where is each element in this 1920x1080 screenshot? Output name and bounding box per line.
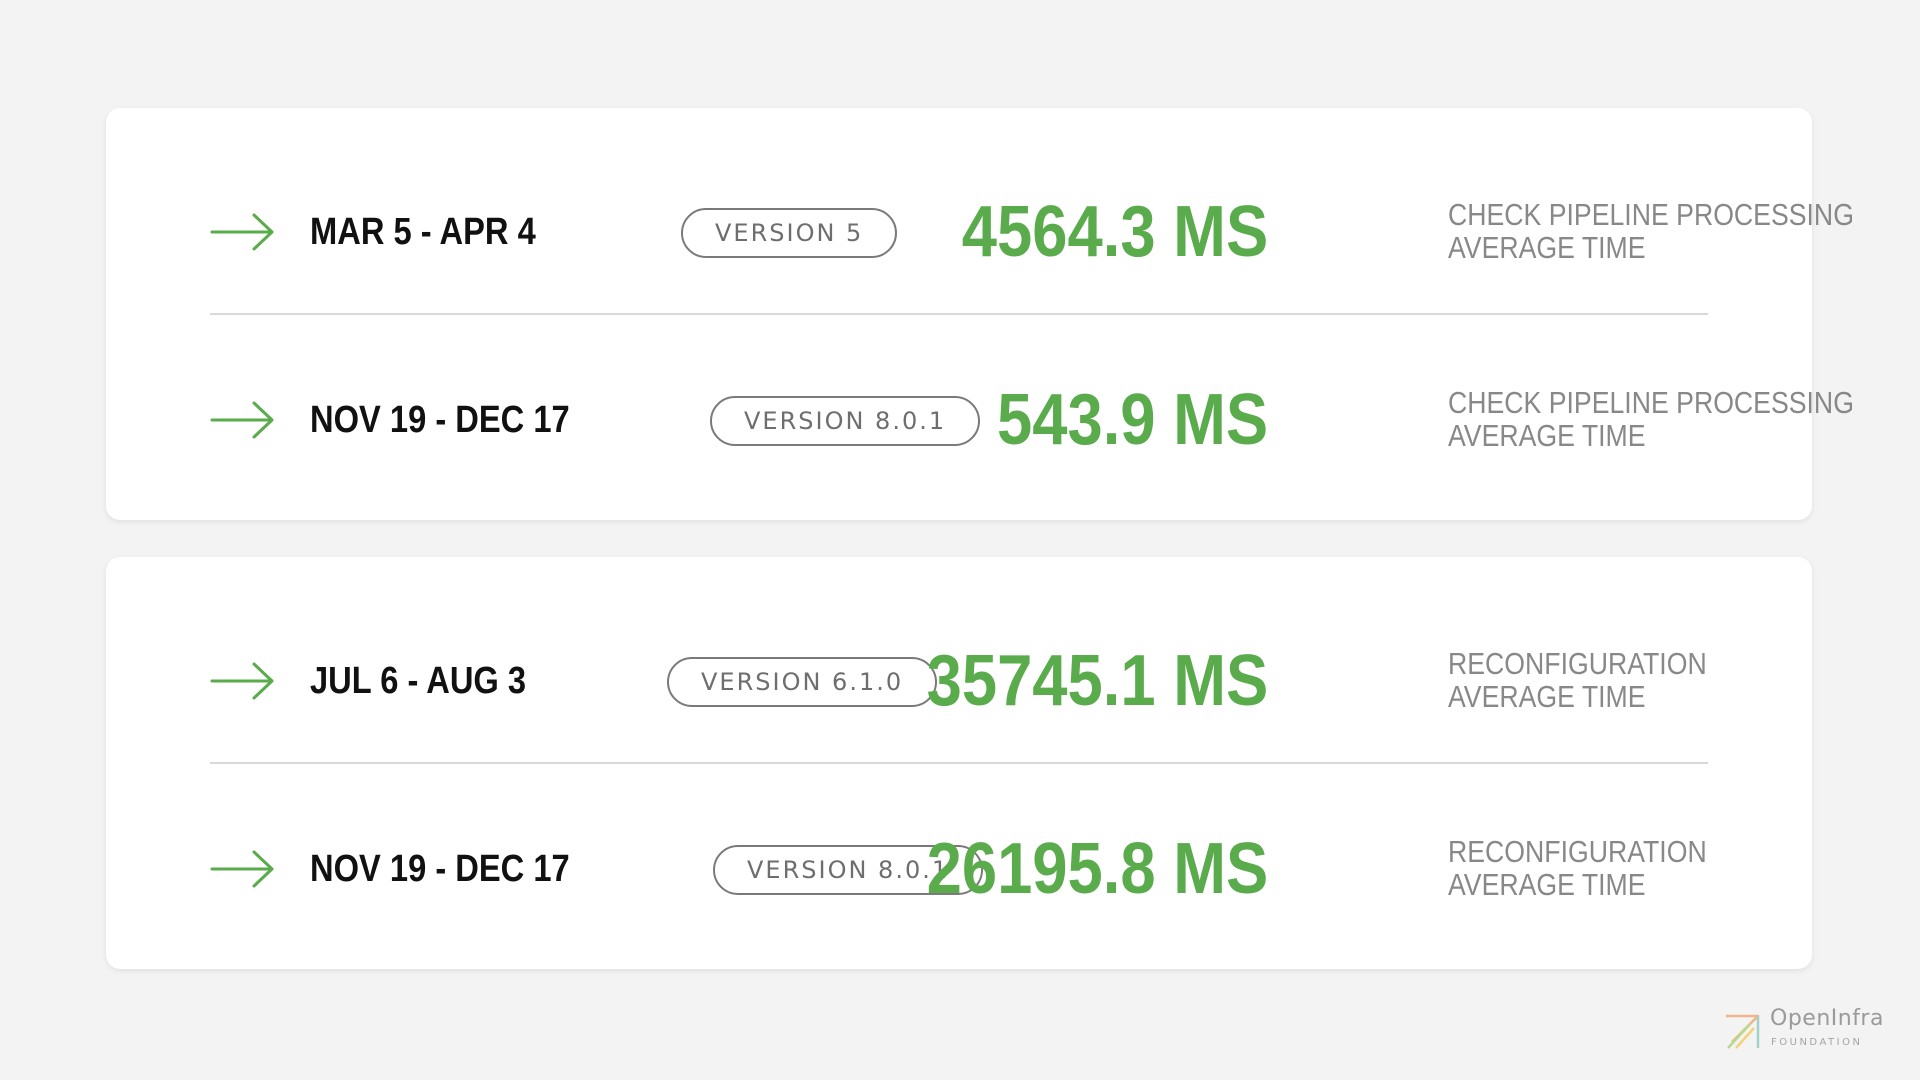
- metric-row: NOV 19 - DEC 17 VERSION 8.0.1 543.9 MS C…: [210, 370, 1854, 470]
- metric-description-line: CHECK PIPELINE PROCESSING: [1448, 385, 1854, 420]
- metric-row: NOV 19 - DEC 17 VERSION 8.0.1 26195.8 MS…: [210, 819, 1710, 919]
- logo-name: OpenInfra: [1770, 1006, 1884, 1031]
- row-divider: [210, 762, 1708, 764]
- version-badge: VERSION 5: [681, 208, 898, 258]
- metric-description-line: CHECK PIPELINE PROCESSING: [1448, 197, 1854, 232]
- date-range: JUL 6 - AUG 3: [310, 660, 527, 702]
- metric-value: 26195.8 MS: [926, 829, 1268, 909]
- arrow-right-icon: [210, 398, 276, 442]
- metric-row: MAR 5 - APR 4 VERSION 5 4564.3 MS CHECK …: [210, 182, 1854, 282]
- comparison-card-check-pipeline: MAR 5 - APR 4 VERSION 5 4564.3 MS CHECK …: [106, 108, 1854, 520]
- metric-value: 35745.1 MS: [926, 641, 1268, 721]
- arrow-right-icon: [210, 659, 276, 703]
- metric-description-line: AVERAGE TIME: [1448, 418, 1646, 453]
- metric-description-line: AVERAGE TIME: [1448, 679, 1646, 714]
- openinfra-logo: OpenInfra FOUNDATION: [1724, 1006, 1894, 1052]
- row-divider: [210, 313, 1708, 315]
- metric-description-line: AVERAGE TIME: [1448, 867, 1646, 902]
- arrow-right-icon: [210, 847, 276, 891]
- date-range: NOV 19 - DEC 17: [310, 399, 570, 441]
- version-badge: VERSION 6.1.0: [667, 657, 938, 707]
- metric-description: CHECK PIPELINE PROCESSING AVERAGE TIME: [1448, 197, 1854, 265]
- metric-row: JUL 6 - AUG 3 VERSION 6.1.0 35745.1 MS R…: [210, 631, 1710, 731]
- arrow-right-icon: [210, 210, 276, 254]
- metric-value: 543.9 MS: [996, 380, 1268, 460]
- metric-description: RECONFIGURATION AVERAGE TIME: [1448, 835, 1792, 901]
- metric-description: CHECK PIPELINE PROCESSING AVERAGE TIME: [1448, 385, 1854, 453]
- date-range: MAR 5 - APR 4: [310, 211, 536, 253]
- metric-description-line: RECONFIGURATION: [1448, 646, 1707, 681]
- date-range: NOV 19 - DEC 17: [310, 848, 570, 890]
- openinfra-logo-icon: [1724, 1010, 1762, 1050]
- metric-description-line: RECONFIGURATION: [1448, 834, 1707, 869]
- metric-description: RECONFIGURATION AVERAGE TIME: [1448, 647, 1792, 713]
- metric-value: 4564.3 MS: [961, 192, 1268, 272]
- version-badge: VERSION 8.0.1: [710, 396, 981, 446]
- metric-description-line: AVERAGE TIME: [1448, 230, 1646, 265]
- comparison-card-reconfiguration: JUL 6 - AUG 3 VERSION 6.1.0 35745.1 MS R…: [106, 557, 1812, 969]
- logo-subtitle: FOUNDATION: [1771, 1037, 1863, 1048]
